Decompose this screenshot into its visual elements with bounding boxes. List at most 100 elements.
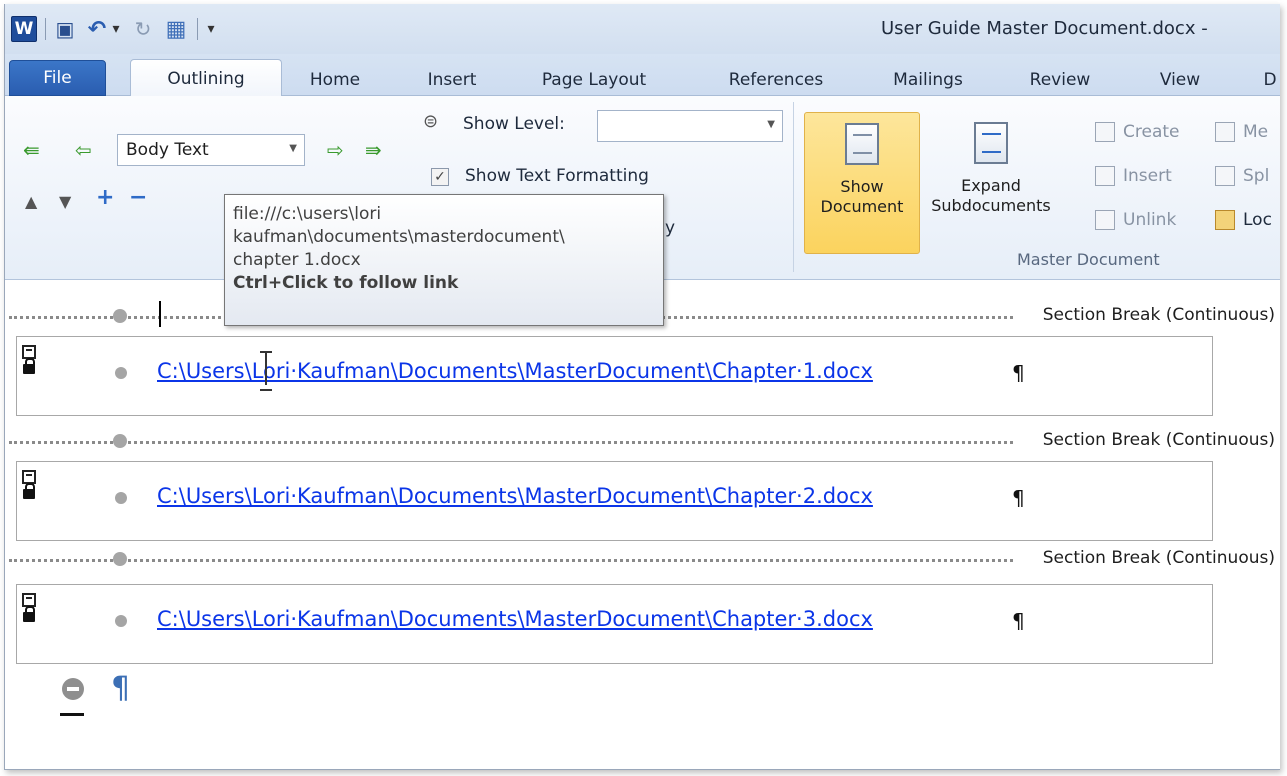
customize-qat-icon[interactable]: ▾ bbox=[203, 16, 219, 42]
outline-level-combo[interactable]: Body Text ▼ bbox=[117, 134, 305, 166]
outline-bullet-icon[interactable] bbox=[113, 309, 127, 323]
lock-document-button[interactable]: Loc bbox=[1215, 210, 1272, 230]
demote-icon[interactable]: ⇨ bbox=[327, 140, 344, 160]
merge-icon bbox=[1215, 122, 1235, 142]
tooltip-line-1: file:///c:\users\lori bbox=[233, 204, 382, 224]
split-icon bbox=[1215, 166, 1235, 186]
tooltip-line-3: chapter 1.docx bbox=[233, 250, 361, 270]
undo-dropdown-icon[interactable]: ▾ bbox=[109, 16, 123, 42]
undo-icon[interactable]: ↶ bbox=[85, 16, 109, 42]
outline-bullet-icon[interactable] bbox=[113, 552, 127, 566]
text-cursor bbox=[159, 301, 161, 327]
subdocument-box: C:\Users\Lori·Kaufman\Documents\MasterDo… bbox=[16, 584, 1213, 664]
subdocument-icons bbox=[22, 470, 38, 499]
outline-level-value: Body Text bbox=[126, 140, 209, 160]
merge-button[interactable]: Me bbox=[1215, 122, 1268, 142]
show-document-label-1: Show bbox=[840, 177, 884, 196]
window-title: User Guide Master Document.docx - bbox=[881, 18, 1208, 39]
insertion-underline bbox=[60, 713, 84, 716]
expand-subdocuments-label-1: Expand bbox=[961, 176, 1021, 195]
collapse-body-bullet-icon[interactable] bbox=[62, 678, 84, 700]
tab-file[interactable]: File bbox=[9, 60, 106, 96]
subdocument-icon[interactable] bbox=[22, 593, 36, 607]
show-document-label-2: Document bbox=[820, 197, 904, 216]
subdocument-link[interactable]: C:\Users\Lori·Kaufman\Documents\MasterDo… bbox=[157, 484, 873, 508]
tab-developer-partial[interactable]: D bbox=[1255, 64, 1280, 96]
tab-view[interactable]: View bbox=[1135, 64, 1225, 96]
unlink-label: Unlink bbox=[1123, 210, 1177, 230]
show-document-button[interactable]: Show Document bbox=[804, 112, 920, 254]
split-button[interactable]: Spl bbox=[1215, 166, 1269, 186]
show-level-icon: ⊜ bbox=[423, 111, 439, 132]
redo-icon[interactable]: ↻ bbox=[131, 16, 155, 42]
show-level-combo[interactable]: ▼ bbox=[597, 110, 783, 142]
subdocument-box: C:\Users\Lori·Kaufman\Documents\MasterDo… bbox=[16, 336, 1213, 416]
tab-review[interactable]: Review bbox=[1005, 64, 1115, 96]
tab-outlining[interactable]: Outlining bbox=[130, 59, 282, 97]
subdocument-icon[interactable] bbox=[22, 345, 36, 359]
master-document-group-label: Master Document bbox=[1017, 250, 1160, 269]
outline-bullet-icon[interactable] bbox=[115, 367, 127, 379]
show-level-label: Show Level: bbox=[463, 114, 565, 134]
save-icon[interactable]: ▣ bbox=[53, 16, 77, 42]
tab-mailings[interactable]: Mailings bbox=[873, 64, 983, 96]
move-down-icon[interactable]: ▼ bbox=[59, 192, 71, 212]
ibeam-cursor-icon bbox=[260, 351, 272, 391]
subdocument-icons bbox=[22, 345, 38, 374]
show-text-formatting-label: Show Text Formatting bbox=[465, 166, 649, 186]
demote-to-body-text-icon[interactable]: ⇛ bbox=[365, 140, 382, 160]
subdocument-icons bbox=[22, 593, 38, 622]
hyperlink-tooltip: file:///c:\users\lori kaufman\documents\… bbox=[224, 194, 664, 326]
create-button[interactable]: Create bbox=[1095, 122, 1180, 142]
word-app-icon[interactable]: W bbox=[11, 16, 37, 42]
section-break-line bbox=[9, 559, 1013, 562]
section-break-label: Section Break (Continuous) bbox=[1042, 430, 1275, 450]
lock-label: Loc bbox=[1243, 210, 1272, 230]
show-first-line-only-label-partial: y bbox=[665, 218, 676, 238]
subdocument-link[interactable]: C:\Users\Lori·Kaufman\Documents\MasterDo… bbox=[157, 607, 873, 631]
section-break-line bbox=[9, 441, 1013, 444]
section-break-label: Section Break (Continuous) bbox=[1042, 305, 1275, 325]
ribbon-group-separator bbox=[793, 102, 794, 272]
section-break: Section Break (Continuous) bbox=[9, 548, 1275, 568]
show-text-formatting-checkbox[interactable]: ✓ bbox=[431, 168, 449, 186]
insert-subdocument-icon bbox=[1095, 166, 1115, 186]
move-up-icon[interactable]: ▲ bbox=[25, 192, 37, 212]
tooltip-line-2: kaufman\documents\masterdocument\ bbox=[233, 227, 565, 247]
promote-to-heading1-icon[interactable]: ⇚ bbox=[23, 140, 40, 160]
lock-icon bbox=[23, 483, 35, 499]
pilcrow-mark: ¶ bbox=[1012, 486, 1025, 510]
tab-insert[interactable]: Insert bbox=[407, 64, 497, 96]
print-preview-icon[interactable]: ▦ bbox=[163, 16, 189, 42]
create-label: Create bbox=[1123, 122, 1180, 142]
outline-bullet-icon[interactable] bbox=[113, 434, 127, 448]
tooltip-hint: Ctrl+Click to follow link bbox=[233, 273, 459, 293]
chevron-down-icon: ▼ bbox=[767, 119, 775, 130]
section-break: Section Break (Continuous) bbox=[9, 430, 1275, 450]
subdocument-icon[interactable] bbox=[22, 470, 36, 484]
promote-icon[interactable]: ⇦ bbox=[75, 140, 92, 160]
pilcrow-mark: ¶ bbox=[111, 671, 131, 706]
show-document-icon bbox=[845, 123, 879, 165]
collapse-icon[interactable]: − bbox=[129, 187, 147, 209]
insert-label: Insert bbox=[1123, 166, 1172, 186]
expand-subdocuments-button[interactable]: Expand Subdocuments bbox=[925, 112, 1057, 254]
create-subdocument-icon bbox=[1095, 122, 1115, 142]
pilcrow-mark: ¶ bbox=[1012, 361, 1025, 385]
qat-separator bbox=[45, 18, 46, 40]
outline-bullet-icon[interactable] bbox=[115, 492, 127, 504]
chevron-down-icon: ▼ bbox=[289, 143, 297, 154]
unlink-button[interactable]: Unlink bbox=[1095, 210, 1176, 230]
tab-page-layout[interactable]: Page Layout bbox=[519, 64, 669, 96]
title-bar: W ▣ ↶ ▾ ↻ ▦ ▾ User Guide Master Document… bbox=[5, 4, 1280, 54]
tab-references[interactable]: References bbox=[701, 64, 851, 96]
word-window: W ▣ ↶ ▾ ↻ ▦ ▾ User Guide Master Document… bbox=[4, 4, 1280, 770]
outline-bullet-icon[interactable] bbox=[115, 615, 127, 627]
lock-icon bbox=[23, 606, 35, 622]
unlink-icon bbox=[1095, 210, 1115, 230]
tab-home[interactable]: Home bbox=[295, 64, 375, 96]
outline-document-area[interactable]: Section Break (Continuous) C:\Users\Lori… bbox=[5, 281, 1280, 769]
expand-icon[interactable]: + bbox=[96, 187, 114, 209]
subdocument-box: C:\Users\Lori·Kaufman\Documents\MasterDo… bbox=[16, 461, 1213, 541]
insert-button[interactable]: Insert bbox=[1095, 166, 1172, 186]
